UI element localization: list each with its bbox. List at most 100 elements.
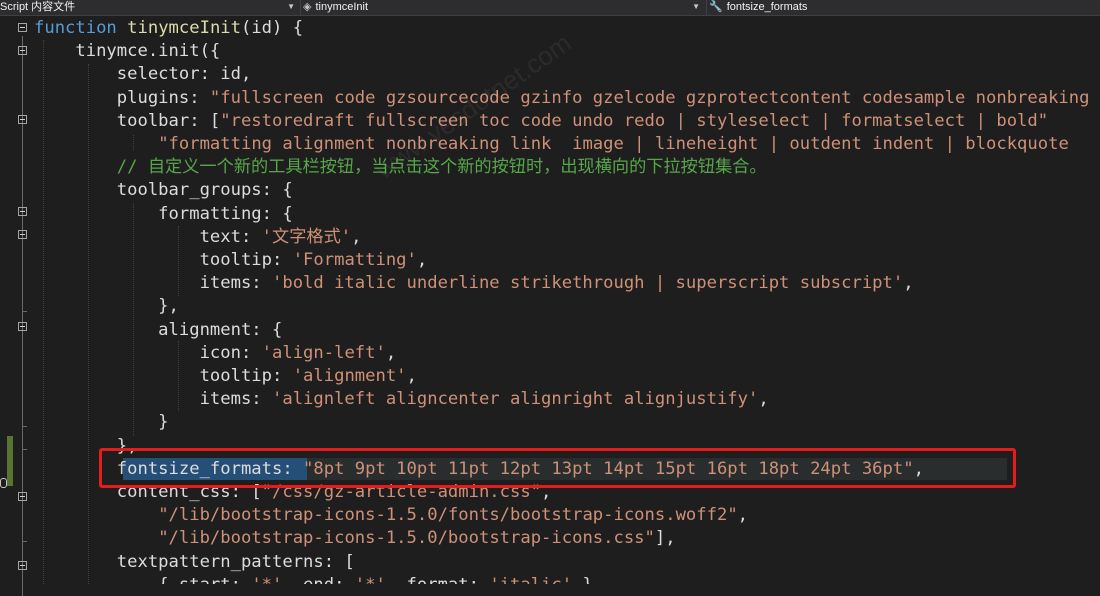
code-line[interactable]: toolbar: ["restoredraft fullscreen toc c… [34,110,1048,133]
code-token: "/lib/bootstrap-icons-1.5.0/bootstrap-ic… [158,528,655,549]
code-token: ], [654,528,676,549]
code-token: toolbar_groups: { [34,180,293,201]
outline-end [22,426,27,427]
code-line[interactable]: "/lib/bootstrap-icons-1.5.0/bootstrap-ic… [34,527,676,550]
change-indicator [7,436,13,486]
code-token: 'italic' [489,575,572,584]
code-token: { start: [34,575,251,584]
collapse-icon[interactable] [18,46,27,55]
code-token: formatting: { [34,203,293,224]
code-token: , end: [282,575,354,584]
annotation-highlight-box [99,448,1016,488]
code-token: "/lib/bootstrap-icons-1.5.0/fonts/bootst… [158,505,738,526]
code-token: icon: [34,342,262,363]
lightbulb-icon[interactable] [0,478,7,488]
code-token: tooltip: [34,366,293,386]
code-token: , [351,226,362,247]
divider [300,0,301,15]
code-token: function [34,18,117,38]
code-line[interactable]: tooltip: 'alignment', [34,365,417,388]
code-token: }, [572,575,603,584]
code-token: , [406,366,417,386]
code-token: 'bold italic underline strikethrough | s… [272,273,904,294]
navigation-bar: Script 内容文件 ▼ ◈ tinymceInit ▼ 🔧 fontsize_f… [0,0,1100,16]
code-token: toolbar: [ [34,110,221,131]
collapse-icon[interactable] [18,23,27,32]
code-token: 'alignment' [292,366,407,386]
project-label: Script 内容文件 [0,1,76,13]
cube-icon: ◈ [303,1,312,13]
code-token: tinymce.init({ [34,41,221,62]
code-token: (id) { [240,18,304,38]
member-dropdown[interactable]: 🔧 fontsize_formats [709,0,1100,15]
code-line[interactable]: } [34,411,169,434]
code-line[interactable]: textpattern_patterns: [ [34,551,355,574]
outline-end [22,449,27,450]
code-token: , [385,342,397,363]
code-token: alignment: { [34,319,283,340]
code-token: "fullscreen code gzsourcecode gzinfo gze… [209,87,1090,108]
chevron-down-icon: ▼ [692,2,700,11]
collapse-icon[interactable] [18,115,27,124]
code-token: '文字格式' [261,226,352,247]
code-token: "restoredraft fullscreen toc code undo r… [220,110,1049,131]
code-token: , [737,505,749,526]
code-token: , format: [386,575,489,584]
code-line[interactable]: { start: '*', end: '*', format: 'italic'… [34,574,603,584]
code-token: }, [34,296,179,317]
member-label: fontsize_formats [726,1,808,13]
collapse-icon[interactable] [18,322,27,331]
code-line[interactable]: items: 'bold italic underline strikethro… [34,272,914,295]
code-token: items: [34,273,272,294]
code-line[interactable]: tooltip: 'Formatting', [34,249,428,272]
code-line[interactable]: selector: id, [34,63,252,86]
code-line[interactable]: }, [34,295,179,318]
outline-end [22,311,27,312]
code-line[interactable]: toolbar_groups: { [34,179,293,202]
code-line[interactable]: icon: 'align-left', [34,342,397,365]
code-line[interactable]: "/lib/bootstrap-icons-1.5.0/fonts/bootst… [34,504,748,527]
scope-label: tinymceInit [315,1,369,13]
editor-gutter [0,16,34,596]
code-editor[interactable]: function tinymceInit(id) { tinymce.init(… [34,16,1100,584]
scope-dropdown[interactable]: ◈ tinymceInit ▼ [303,0,703,15]
wrench-icon: 🔧 [709,1,723,13]
code-token: 'alignleft aligncenter alignright alignj… [272,389,759,410]
collapse-icon[interactable] [18,207,27,216]
code-line[interactable]: function tinymceInit(id) { [34,17,303,40]
code-token: , [416,250,428,270]
code-token: tooltip: [34,250,293,270]
code-token: items: [34,389,272,410]
project-dropdown[interactable]: Script 内容文件 ▼ [0,0,298,15]
collapse-icon[interactable] [18,561,27,570]
code-line[interactable]: "formatting alignment nonbreaking link i… [34,133,1069,156]
code-token: '*' [251,575,282,584]
collapse-icon[interactable] [18,492,27,501]
code-token: tinymceInit [127,18,241,38]
code-token: text: [34,226,262,247]
outline-end [22,541,27,542]
chevron-down-icon: ▼ [287,2,295,11]
code-line[interactable]: tinymce.init({ [34,40,220,63]
code-token: "formatting alignment nonbreaking link i… [158,134,1069,154]
code-token: plugins: [34,87,210,108]
code-token: textpattern_patterns: [ [34,551,355,572]
code-token: , [903,273,914,294]
code-line[interactable]: plugins: "fullscreen code gzsourcecode g… [34,87,1090,110]
code-token: 'Formatting' [292,250,417,270]
code-token: } [34,412,169,433]
code-token: 'align-left' [261,342,386,363]
code-line[interactable]: formatting: { [34,203,293,226]
code-line[interactable]: text: '文字格式', [34,226,362,249]
divider [706,0,707,15]
collapse-icon[interactable] [18,230,27,239]
code-line[interactable]: alignment: { [34,319,282,342]
code-token: '*' [355,575,386,584]
code-line[interactable]: items: 'alignleft aligncenter alignright… [34,388,769,411]
code-token: selector: id, [34,64,252,85]
code-token: , [758,389,769,410]
